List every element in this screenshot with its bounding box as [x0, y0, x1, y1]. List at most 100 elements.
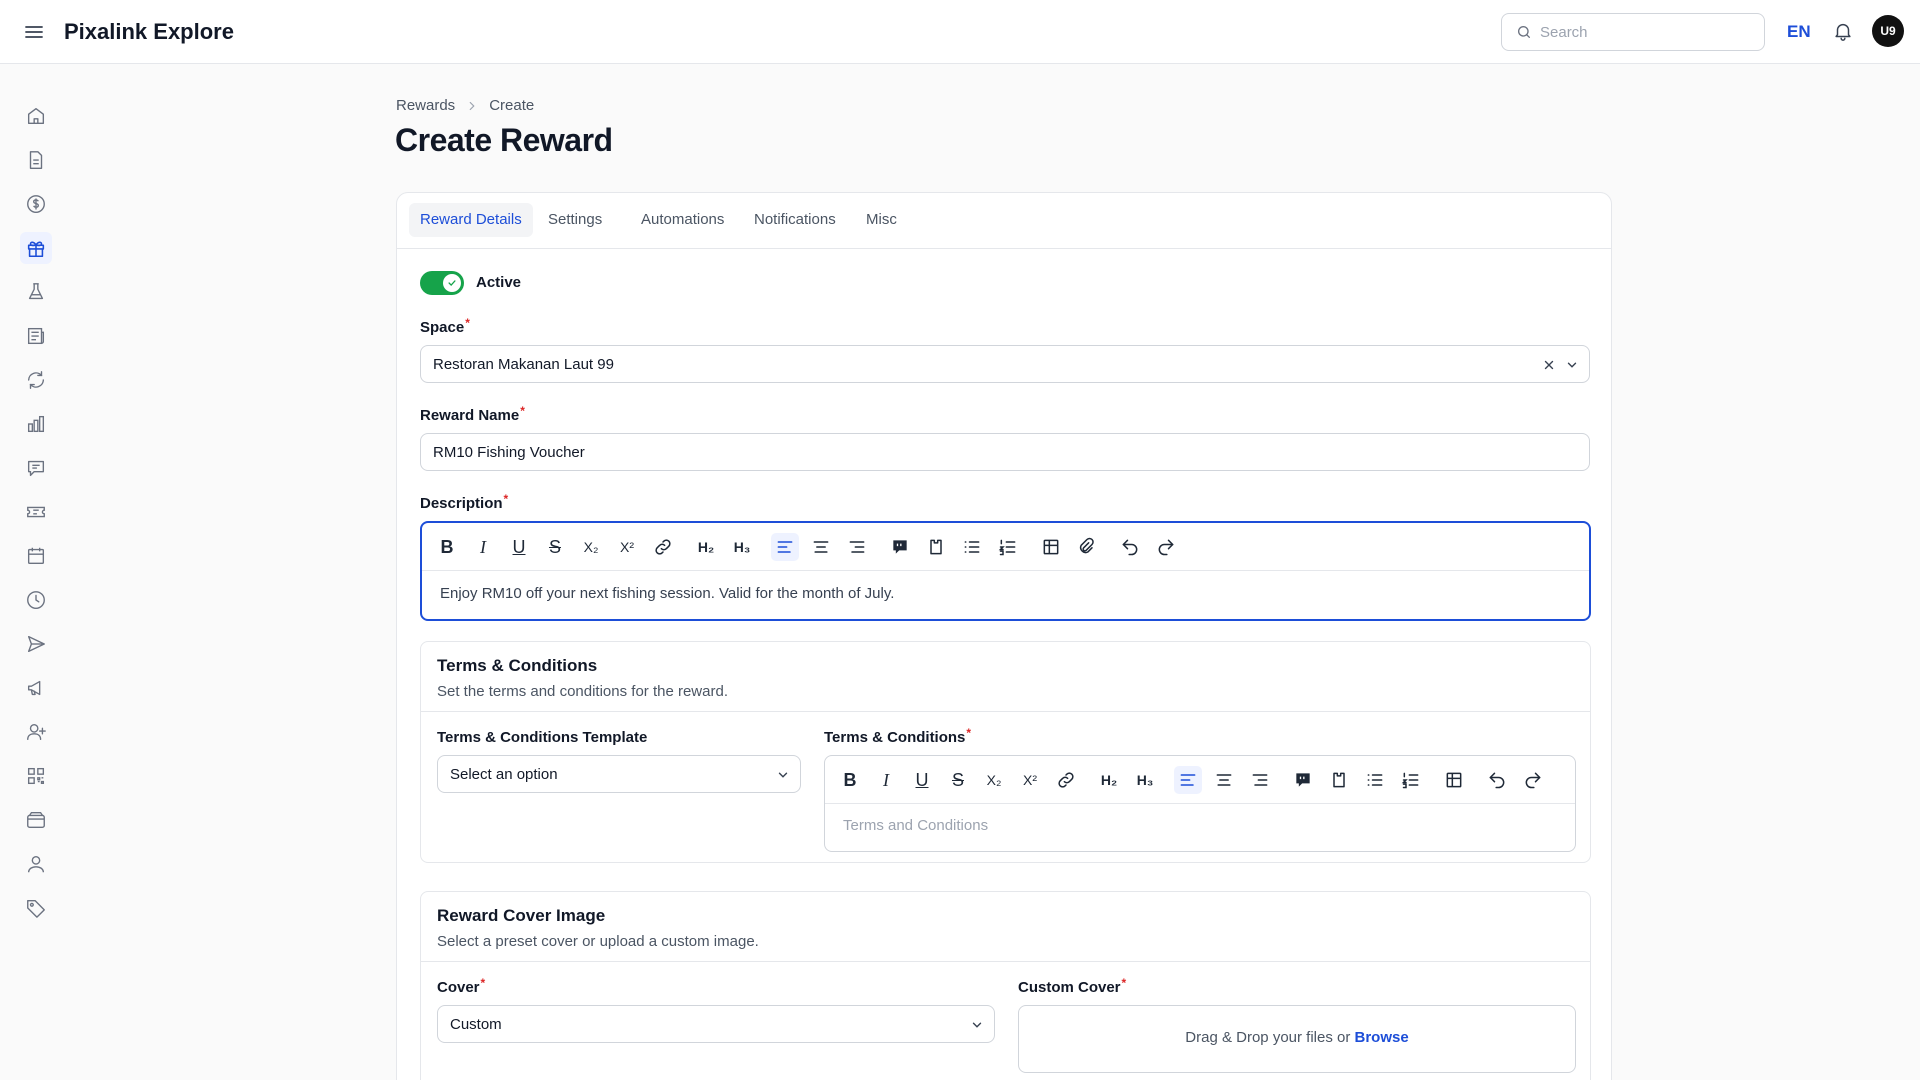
editor-toolbar: B I U S X₂ X² H₂ H₃ [825, 756, 1575, 804]
required-mark: * [480, 976, 486, 990]
sidebar [0, 64, 72, 1080]
sidebar-item-news[interactable] [20, 320, 52, 352]
cover-select[interactable]: Custom [437, 1005, 995, 1043]
ordered-list-icon[interactable] [1397, 766, 1425, 794]
underline-button[interactable]: U [908, 766, 936, 794]
gift-icon [27, 241, 45, 258]
space-select[interactable]: Restoran Makanan Laut 99 [420, 345, 1590, 383]
undo-icon[interactable] [1483, 766, 1511, 794]
tab-misc[interactable]: Misc [855, 203, 908, 237]
align-right-icon[interactable] [1246, 766, 1274, 794]
tab-reward-details[interactable]: Reward Details [409, 203, 533, 237]
heading-2-button[interactable]: H₂ [692, 533, 720, 561]
tab-settings[interactable]: Settings [537, 203, 613, 237]
blockquote-icon[interactable] [1289, 766, 1317, 794]
subscript-button[interactable]: X₂ [980, 766, 1008, 794]
sidebar-item-sync[interactable] [20, 364, 52, 396]
sidebar-item-vouchers[interactable] [20, 496, 52, 528]
table-icon[interactable] [1440, 766, 1468, 794]
align-left-icon[interactable] [1174, 766, 1202, 794]
tag-icon [27, 899, 45, 918]
sidebar-item-add-member[interactable] [20, 716, 52, 748]
heading-3-button[interactable]: H₃ [728, 533, 756, 561]
align-center-icon[interactable] [1210, 766, 1238, 794]
dropzone-text: Drag & Drop your files or [1185, 1029, 1351, 1046]
breadcrumb-rewards-link[interactable]: Rewards [396, 97, 455, 114]
code-block-icon[interactable] [922, 533, 950, 561]
align-center-icon[interactable] [807, 533, 835, 561]
space-select-value: Restoran Makanan Laut 99 [433, 356, 614, 373]
link-icon[interactable] [649, 533, 677, 561]
ordered-list-icon[interactable] [994, 533, 1022, 561]
language-switcher[interactable]: EN [1787, 22, 1811, 42]
attachment-icon[interactable] [1073, 533, 1101, 561]
bullet-list-icon[interactable] [1361, 766, 1389, 794]
description-content[interactable]: Enjoy RM10 off your next fishing session… [440, 585, 894, 602]
search-box[interactable] [1501, 13, 1765, 51]
terms-editor[interactable]: B I U S X₂ X² H₂ H₃ Terms and Conditions [824, 755, 1576, 852]
subscript-button[interactable]: X₂ [577, 533, 605, 561]
sidebar-item-history[interactable] [20, 584, 52, 616]
qr-code-icon [27, 767, 45, 785]
bell-icon[interactable] [1832, 20, 1854, 47]
strikethrough-button[interactable]: S [944, 766, 972, 794]
bar-chart-icon [27, 415, 45, 433]
hamburger-menu-icon[interactable] [22, 20, 46, 44]
reward-name-input[interactable] [420, 433, 1590, 471]
superscript-button[interactable]: X² [613, 533, 641, 561]
sidebar-item-tags[interactable] [20, 892, 52, 924]
terms-template-select[interactable]: Select an option [437, 755, 801, 793]
italic-button[interactable]: I [872, 766, 900, 794]
clear-icon[interactable] [1542, 357, 1556, 377]
chevron-right-icon [469, 101, 475, 110]
description-editor[interactable]: B I U S X₂ X² H₂ H₃ Enjoy RM10 off your … [420, 521, 1591, 621]
code-block-icon[interactable] [1325, 766, 1353, 794]
bold-button[interactable]: B [433, 533, 461, 561]
superscript-button[interactable]: X² [1016, 766, 1044, 794]
sidebar-item-qr[interactable] [20, 760, 52, 792]
bullet-list-icon[interactable] [958, 533, 986, 561]
sidebar-item-rewards[interactable] [20, 232, 52, 264]
sidebar-item-send[interactable] [20, 628, 52, 660]
strikethrough-button[interactable]: S [541, 533, 569, 561]
undo-icon[interactable] [1116, 533, 1144, 561]
sidebar-item-profile[interactable] [20, 848, 52, 880]
sidebar-item-finance[interactable] [20, 188, 52, 220]
file-dropzone[interactable]: Drag & Drop your files or Browse [1018, 1005, 1576, 1073]
heading-3-button[interactable]: H₃ [1131, 766, 1159, 794]
sidebar-item-documents[interactable] [20, 144, 52, 176]
terms-editor-placeholder[interactable]: Terms and Conditions [843, 817, 988, 834]
table-icon[interactable] [1037, 533, 1065, 561]
news-icon [27, 327, 45, 345]
sidebar-item-analytics[interactable] [20, 408, 52, 440]
tab-notifications[interactable]: Notifications [743, 203, 847, 237]
link-icon[interactable] [1052, 766, 1080, 794]
sidebar-item-lab[interactable] [20, 276, 52, 308]
active-toggle[interactable] [420, 271, 464, 295]
search-input[interactable] [1540, 22, 1750, 42]
heading-2-button[interactable]: H₂ [1095, 766, 1123, 794]
tab-automations[interactable]: Automations [630, 203, 735, 237]
redo-icon[interactable] [1152, 533, 1180, 561]
underline-button[interactable]: U [505, 533, 533, 561]
active-label: Active [476, 274, 522, 291]
terms-template-value: Select an option [450, 766, 558, 783]
chevron-down-icon [776, 767, 790, 787]
redo-icon[interactable] [1519, 766, 1547, 794]
avatar[interactable]: U9 [1872, 15, 1904, 47]
sidebar-item-wallet[interactable] [20, 804, 52, 836]
sidebar-item-home[interactable] [20, 100, 52, 132]
align-left-icon[interactable] [771, 533, 799, 561]
italic-button[interactable]: I [469, 533, 497, 561]
blockquote-icon[interactable] [886, 533, 914, 561]
browse-link[interactable]: Browse [1355, 1029, 1409, 1046]
tab-bar: Reward Details Settings Automations Noti… [397, 193, 1611, 249]
align-right-icon[interactable] [843, 533, 871, 561]
chevron-down-icon [1565, 357, 1579, 377]
sidebar-item-campaigns[interactable] [20, 672, 52, 704]
reward-name-label: Reward Name* [420, 404, 525, 424]
required-mark: * [503, 492, 509, 506]
sidebar-item-messages[interactable] [20, 452, 52, 484]
sidebar-item-calendar[interactable] [20, 540, 52, 572]
bold-button[interactable]: B [836, 766, 864, 794]
